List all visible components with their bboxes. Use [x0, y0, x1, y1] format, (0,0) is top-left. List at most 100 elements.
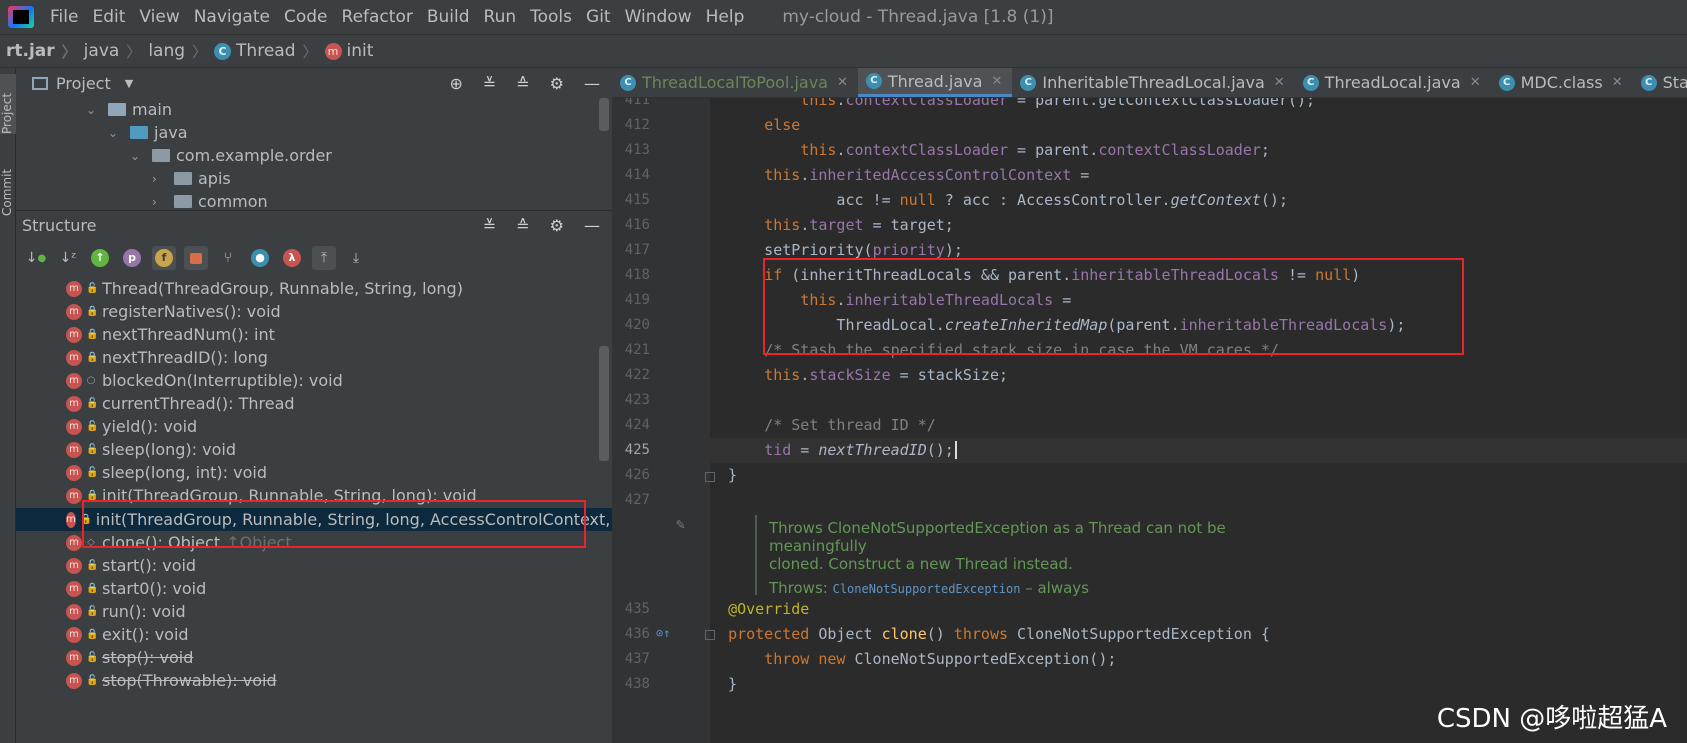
expand-all-icon[interactable]: ≚ [483, 216, 496, 235]
menu-run[interactable]: Run [478, 7, 525, 27]
show-properties-icon[interactable]: p [120, 246, 144, 270]
crumb-lang[interactable]: lang 〉 [148, 41, 214, 62]
tab-stati[interactable]: C Stati [1633, 68, 1687, 97]
menu-git[interactable]: Git [580, 7, 619, 27]
tree-node-apis[interactable]: › apis [152, 167, 231, 190]
menu-help[interactable]: Help [700, 7, 753, 27]
collapse-all-icon[interactable]: ≙ [516, 74, 529, 93]
public-icon: 🔓 [86, 421, 99, 432]
menu-navigate[interactable]: Navigate [188, 7, 278, 27]
tool-tab-project[interactable]: Project [0, 74, 16, 134]
structure-item[interactable]: m 🔒 start0(): void [16, 577, 612, 600]
line-number: 435 [624, 601, 650, 617]
tab-threadlocaltopool[interactable]: C ThreadLocalToPool.java ✕ [612, 68, 858, 97]
crumb-rt-jar[interactable]: rt.jar 〉 [6, 41, 84, 62]
menu-build[interactable]: Build [421, 7, 478, 27]
expand-all-icon[interactable]: ≚ [483, 74, 496, 93]
line-number: 420 [624, 317, 650, 333]
pencil-icon[interactable]: ✎ [676, 515, 685, 533]
chevron-down-icon[interactable]: ▼ [125, 77, 133, 90]
show-fields-icon[interactable]: f [152, 246, 176, 270]
structure-item[interactable]: m ○ blockedOn(Interruptible): void [16, 369, 612, 392]
javadoc-throws-type[interactable]: CloneNotSupportedException [833, 582, 1021, 596]
private-icon: 🔒 [86, 329, 99, 340]
tree-node-java[interactable]: ⌄ java [108, 121, 188, 144]
close-icon[interactable]: ✕ [1612, 75, 1623, 90]
crumb-java[interactable]: java 〉 [84, 41, 149, 62]
crumb-init[interactable]: m init [324, 41, 373, 61]
close-icon[interactable]: ✕ [1274, 75, 1285, 90]
show-hierarchy-icon[interactable]: ⑂ [216, 246, 240, 270]
menu-code[interactable]: Code [278, 7, 336, 27]
tree-node-package[interactable]: ⌄ com.example.order [130, 144, 332, 167]
structure-item[interactable]: m 🔒 registerNatives(): void [16, 300, 612, 323]
chevron-right-icon: 〉 [126, 42, 142, 61]
chevron-right-icon[interactable]: › [152, 195, 166, 209]
structure-item[interactable]: m 🔓 sleep(long): void [16, 438, 612, 461]
structure-item[interactable]: m 🔓 yield(): void [16, 415, 612, 438]
chevron-down-icon[interactable]: ⌄ [86, 103, 100, 117]
tree-node-main[interactable]: ⌄ main [86, 98, 172, 121]
structure-item[interactable]: m 🔓 currentThread(): Thread [16, 392, 612, 415]
gear-icon[interactable]: ⚙ [550, 74, 564, 93]
close-icon[interactable]: ✕ [991, 74, 1002, 89]
menu-tools[interactable]: Tools [524, 7, 580, 27]
method-icon: m [66, 511, 76, 528]
chevron-down-icon[interactable]: ⌄ [130, 149, 144, 163]
structure-item-label: blockedOn(Interruptible): void [102, 371, 343, 390]
structure-item[interactable]: m 🔓 sleep(long, int): void [16, 461, 612, 484]
structure-item[interactable]: m 🔒 nextThreadNum(): int [16, 323, 612, 346]
sort-visibility-icon[interactable]: ↓ ● [24, 246, 48, 270]
line-number: 427 [624, 492, 650, 508]
structure-item[interactable]: m 🔒 nextThreadID(): long [16, 346, 612, 369]
menu-view[interactable]: View [133, 7, 187, 27]
tab-inheritablethreadlocal[interactable]: C InheritableThreadLocal.java ✕ [1012, 68, 1294, 97]
structure-item[interactable]: m 🔓 stop(Throwable): void [16, 669, 612, 692]
tab-thread[interactable]: C Thread.java ✕ [857, 68, 1013, 97]
sort-alpha-icon[interactable]: ↓ᶻ [56, 246, 80, 270]
autoscroll-from-source-icon[interactable]: ⤓ [344, 246, 368, 270]
crumb-thread[interactable]: C Thread 〉 [214, 41, 324, 62]
tree-node-common[interactable]: › common [152, 190, 268, 210]
menu-refactor[interactable]: Refactor [336, 7, 421, 27]
code-editor[interactable]: 411 412 413 414 415 416 417 418 419 420 … [612, 98, 1687, 743]
code-line: else [764, 116, 801, 134]
structure-item[interactable]: m 🔒 exit(): void [16, 623, 612, 646]
locate-icon[interactable]: ⊕ [449, 74, 462, 93]
class-icon: C [865, 73, 882, 89]
tab-threadlocal[interactable]: C ThreadLocal.java ✕ [1295, 68, 1491, 97]
show-inherited-icon[interactable]: ↑ [88, 246, 112, 270]
autoscroll-to-source-icon[interactable]: ⤒ [312, 246, 336, 270]
menu-window[interactable]: Window [619, 7, 700, 27]
structure-item-label: currentThread(): Thread [102, 394, 295, 413]
chevron-right-icon[interactable]: › [152, 172, 166, 186]
hide-icon[interactable]: — [584, 216, 600, 235]
show-lambdas-icon[interactable]: λ [280, 246, 304, 270]
collapse-all-icon[interactable]: ≙ [516, 216, 529, 235]
code-line: throw new CloneNotSupportedException(); [764, 650, 1117, 668]
tool-tab-label: Commit [0, 168, 14, 216]
chevron-down-icon[interactable]: ⌄ [108, 126, 122, 140]
overrides-icon[interactable]: ⊙↑ [656, 626, 670, 640]
hide-icon[interactable]: — [584, 74, 600, 93]
project-panel-title[interactable]: Project [56, 74, 111, 93]
javadoc-throws-label: Throws: [769, 579, 828, 597]
public-icon: 🔓 [86, 444, 99, 455]
tool-tab-commit[interactable]: Commit [0, 156, 16, 216]
show-anonymous-icon[interactable]: ● [248, 246, 272, 270]
structure-scrollbar[interactable] [599, 346, 609, 461]
project-scrollbar[interactable] [599, 98, 609, 131]
show-non-public-icon[interactable] [184, 246, 208, 270]
structure-item[interactable]: m 🔓 run(): void [16, 600, 612, 623]
close-icon[interactable]: ✕ [1470, 75, 1481, 90]
structure-item[interactable]: m 🔓 Thread(ThreadGroup, Runnable, String, … [16, 277, 612, 300]
menu-edit[interactable]: Edit [86, 7, 133, 27]
structure-item-label: exit(): void [102, 625, 189, 644]
tab-mdc[interactable]: C MDC.class ✕ [1491, 68, 1633, 97]
gear-icon[interactable]: ⚙ [550, 216, 564, 235]
editor-tabs: C ThreadLocalToPool.java ✕ C Thread.java ✕ C… [612, 68, 1687, 98]
menu-file[interactable]: File [44, 7, 86, 27]
structure-item[interactable]: m 🔓 start(): void [16, 554, 612, 577]
structure-item[interactable]: m 🔓 stop(): void [16, 646, 612, 669]
close-icon[interactable]: ✕ [837, 75, 848, 90]
